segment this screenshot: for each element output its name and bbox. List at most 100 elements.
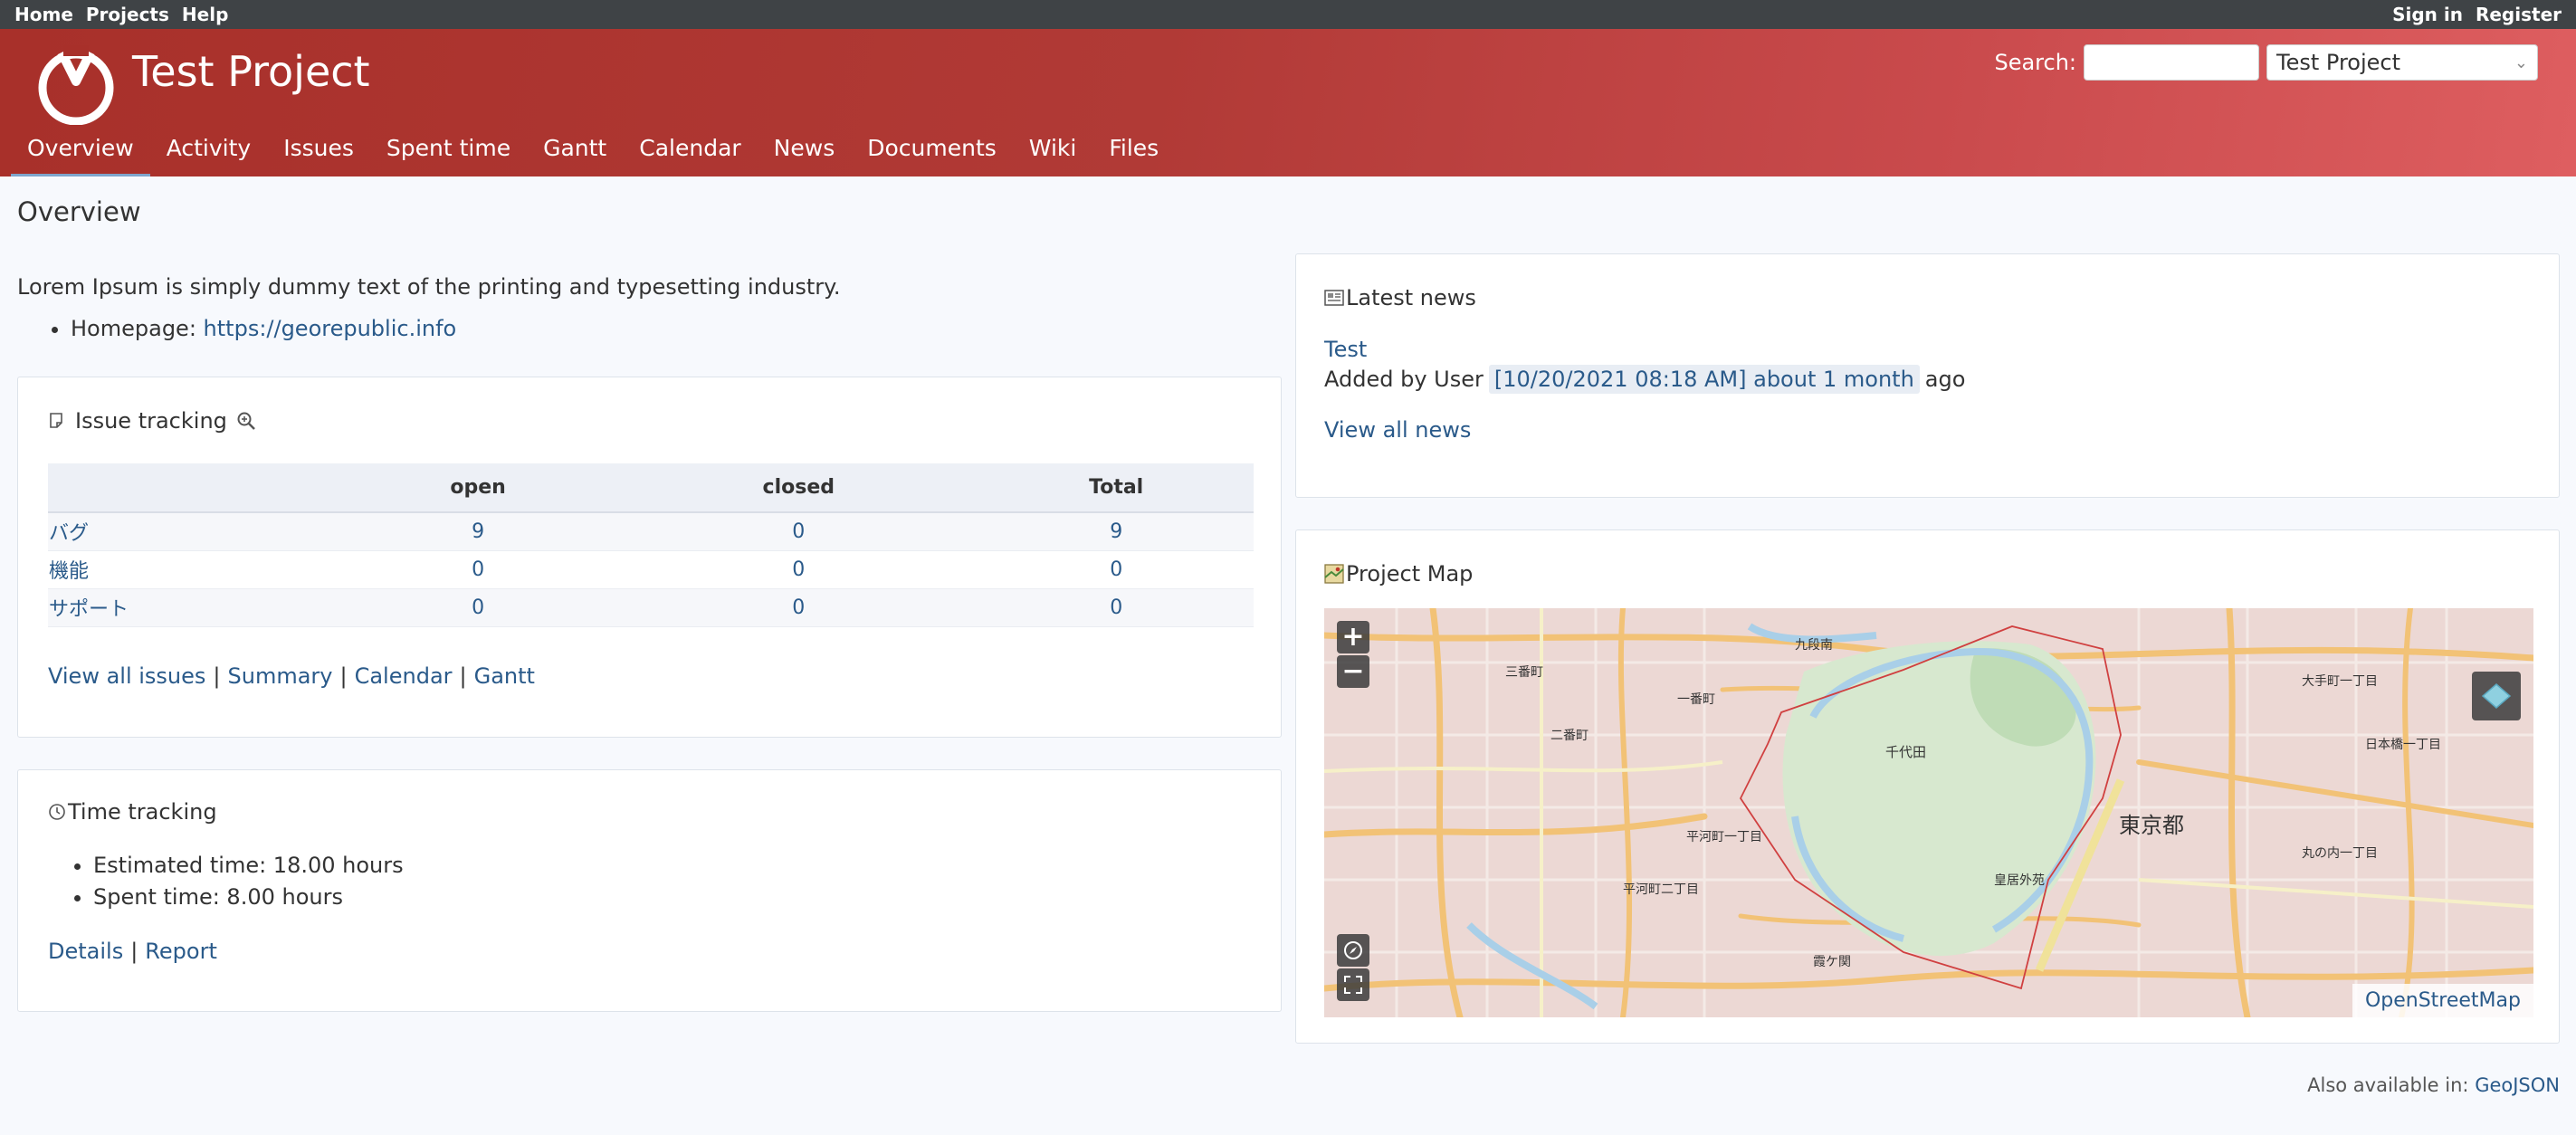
- search-label: Search:: [1994, 50, 2076, 75]
- issue-tracking-heading: Issue tracking: [48, 408, 256, 434]
- map-label: 霞ケ関: [1813, 955, 1851, 969]
- details-link[interactable]: Details: [48, 939, 123, 964]
- issue-icon: [50, 413, 62, 428]
- content: Overview Lorem Ipsum is simply dummy tex…: [0, 176, 2576, 1135]
- calendar-link[interactable]: Calendar: [355, 663, 453, 689]
- view-all-issues-link[interactable]: View all issues: [48, 663, 205, 689]
- news-icon: [1324, 290, 1344, 306]
- closed-count-link[interactable]: 0: [792, 558, 805, 581]
- map-label: 九段南: [1795, 638, 1833, 653]
- tab-documents[interactable]: Documents: [851, 131, 1013, 176]
- gantt-link[interactable]: Gantt: [474, 663, 535, 689]
- map-icon: [1324, 564, 1344, 584]
- summary-link[interactable]: Summary: [228, 663, 333, 689]
- fullscreen-button[interactable]: [1337, 968, 1369, 1001]
- column-header-tracker: [48, 463, 338, 513]
- layers-icon: [2481, 683, 2512, 709]
- estimated-time: Estimated time: 18.00 hours: [93, 850, 404, 882]
- chevron-down-icon: ⌄: [2514, 52, 2528, 72]
- zoom-out-button[interactable]: −: [1337, 655, 1369, 688]
- homepage-label: Homepage:: [71, 316, 196, 341]
- geojson-link[interactable]: GeoJSON: [2475, 1074, 2560, 1096]
- top-menu-right: Sign in Register: [2392, 4, 2562, 25]
- latest-news-box: Latest news Test Added by User [10/20/202…: [1295, 253, 2560, 498]
- total-count-link[interactable]: 0: [1110, 558, 1122, 581]
- open-count-link[interactable]: 0: [472, 596, 484, 619]
- clock-icon: [49, 804, 65, 820]
- top-menu: Home Projects Help Sign in Register: [0, 0, 2576, 29]
- map-label: 平河町一丁目: [1686, 830, 1762, 844]
- time-tracking-heading: Time tracking: [48, 799, 217, 825]
- tab-spent-time[interactable]: Spent time: [370, 131, 527, 176]
- news-item-link[interactable]: Test: [1324, 337, 1367, 362]
- map-label: 二番町: [1550, 729, 1589, 743]
- layer-switcher-button[interactable]: [2472, 672, 2521, 720]
- locate-button[interactable]: [1337, 934, 1369, 967]
- tab-files[interactable]: Files: [1092, 131, 1175, 176]
- table-header-row: open closed Total: [48, 463, 1254, 513]
- compass-icon: [1344, 941, 1362, 959]
- tracker-link[interactable]: サポート: [49, 598, 129, 621]
- project-map-box: Project Map 東京都 千代田 一番町 二番町 三番町 平河町一丁目 平…: [1295, 529, 2560, 1044]
- register-link[interactable]: Register: [2476, 4, 2562, 25]
- open-count-link[interactable]: 9: [472, 520, 484, 543]
- table-row: バグ 9 0 9: [48, 512, 1254, 551]
- tab-wiki[interactable]: Wiki: [1013, 131, 1093, 176]
- search-input[interactable]: [2084, 44, 2259, 81]
- tab-issues[interactable]: Issues: [267, 131, 370, 176]
- map-view[interactable]: 東京都 千代田 一番町 二番町 三番町 平河町一丁目 平河町二丁目 霞ケ関 大手…: [1324, 608, 2533, 1017]
- column-header-open: open: [338, 463, 619, 513]
- total-count-link[interactable]: 9: [1110, 520, 1122, 543]
- tab-news[interactable]: News: [758, 131, 852, 176]
- latest-news-heading: Latest news: [1324, 285, 1476, 310]
- other-formats: Also available in: GeoJSON: [2307, 1074, 2560, 1096]
- project-map-heading: Project Map: [1324, 561, 1473, 587]
- issues-table: open closed Total バグ 9 0 9 機能 0 0 0 サポート…: [48, 463, 1254, 627]
- map-label: 三番町: [1505, 665, 1543, 680]
- top-menu-home[interactable]: Home: [14, 4, 73, 25]
- tracker-link[interactable]: バグ: [49, 522, 89, 545]
- zoom-in-icon[interactable]: [236, 411, 256, 431]
- map-label: 千代田: [1885, 744, 1927, 760]
- news-timestamp-link[interactable]: [10/20/2021 08:18 AM] about 1 month: [1488, 365, 1920, 394]
- map-label: 日本橋一丁目: [2365, 738, 2441, 752]
- tab-gantt[interactable]: Gantt: [527, 131, 623, 176]
- also-available-label: Also available in:: [2307, 1074, 2469, 1096]
- closed-count-link[interactable]: 0: [792, 596, 805, 619]
- sign-in-link[interactable]: Sign in: [2392, 4, 2463, 25]
- tab-calendar[interactable]: Calendar: [623, 131, 757, 176]
- open-count-link[interactable]: 0: [472, 558, 484, 581]
- tab-overview[interactable]: Overview: [11, 131, 150, 176]
- map-label: 皇居外苑: [1994, 873, 2045, 888]
- openstreetmap-attribution-link[interactable]: OpenStreetMap: [2352, 984, 2533, 1017]
- total-count-link[interactable]: 0: [1110, 596, 1122, 619]
- tracker-link[interactable]: 機能: [49, 560, 89, 583]
- issue-tracking-box: Issue tracking open closed Total バグ 9 0 …: [17, 377, 1282, 738]
- project-jump-value: Test Project: [2276, 50, 2401, 75]
- quick-search: Search: Test Project ⌄: [1994, 44, 2538, 81]
- zoom-in-button[interactable]: +: [1337, 621, 1369, 653]
- homepage-item: Homepage: https://georepublic.info: [71, 316, 456, 341]
- time-list: Estimated time: 18.00 hours Spent time: …: [48, 850, 404, 913]
- top-menu-projects[interactable]: Projects: [86, 4, 169, 25]
- project-attributes: Homepage: https://georepublic.info: [38, 316, 456, 341]
- news-ago: ago: [1924, 367, 1966, 392]
- column-header-total: Total: [978, 463, 1254, 513]
- view-all-news-link[interactable]: View all news: [1324, 417, 1471, 443]
- report-link[interactable]: Report: [145, 939, 217, 964]
- homepage-link[interactable]: https://georepublic.info: [204, 316, 457, 341]
- top-menu-left: Home Projects Help: [14, 4, 228, 25]
- project-title: Test Project: [132, 47, 370, 96]
- time-links: Details | Report: [48, 939, 217, 964]
- map-label: 大手町一丁目: [2302, 674, 2378, 689]
- time-tracking-title: Time tracking: [68, 799, 217, 825]
- top-menu-help[interactable]: Help: [182, 4, 228, 25]
- project-description: Lorem Ipsum is simply dummy text of the …: [17, 274, 841, 300]
- news-author: Added by User: [1324, 367, 1484, 392]
- map-label: 丸の内一丁目: [2302, 846, 2378, 861]
- tab-activity[interactable]: Activity: [150, 131, 268, 176]
- project-jump-select[interactable]: Test Project ⌄: [2266, 44, 2538, 81]
- project-map-title: Project Map: [1346, 561, 1474, 587]
- closed-count-link[interactable]: 0: [792, 520, 805, 543]
- page-title: Overview: [17, 196, 141, 227]
